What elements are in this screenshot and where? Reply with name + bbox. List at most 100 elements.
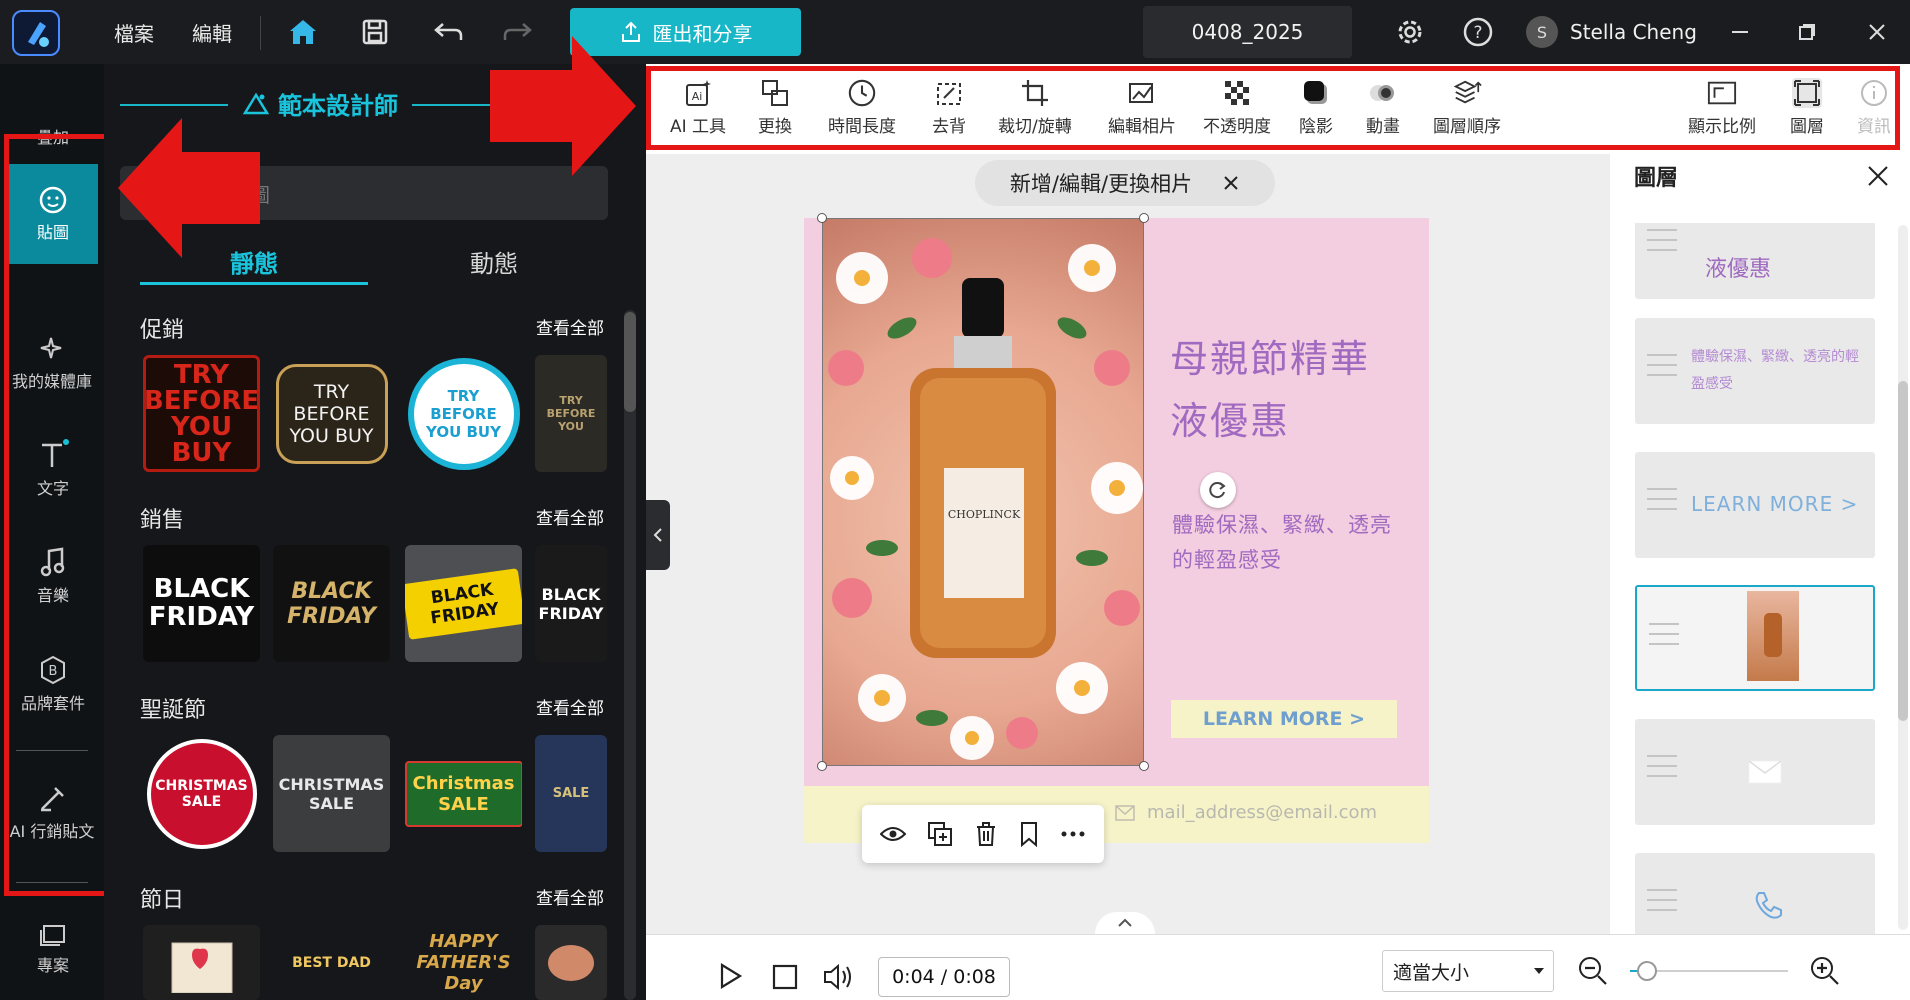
layer-item[interactable]: 液優惠	[1635, 223, 1875, 299]
photo-action-tab[interactable]: 新增/編輯/更換相片	[975, 160, 1275, 206]
close-icon[interactable]	[1222, 174, 1240, 192]
eye-icon[interactable]	[880, 825, 907, 843]
cta-button[interactable]: LEARN MORE >	[1171, 700, 1397, 738]
resize-handle[interactable]	[817, 761, 827, 771]
help-icon[interactable]: ?	[1458, 12, 1498, 52]
tool-aspect-ratio[interactable]: 顯示比例	[1688, 78, 1756, 137]
sticker-item[interactable]: CHRISTMAS SALE	[273, 735, 390, 852]
see-all-link[interactable]: 查看全部	[536, 314, 604, 339]
rail-item-overlay[interactable]: 疊加	[8, 124, 98, 148]
rail-item-media-library[interactable]: 我的媒體庫	[0, 334, 104, 392]
tool-replace[interactable]: 更換	[758, 78, 792, 137]
email-line[interactable]: mail_address@email.com	[1115, 802, 1377, 823]
tool-remove-background[interactable]: 去背	[932, 78, 966, 137]
resize-handle[interactable]	[817, 213, 827, 223]
tool-layers[interactable]: 圖層	[1790, 78, 1824, 137]
layer-item[interactable]: 體驗保濕、緊緻、透亮的輕盈感受	[1635, 318, 1875, 424]
menu-file[interactable]: 檔案	[114, 18, 154, 47]
rotate-handle[interactable]	[1200, 472, 1236, 508]
layer-item-selected[interactable]	[1635, 585, 1875, 691]
undo-icon[interactable]	[428, 12, 468, 52]
zoom-select[interactable]: 適當大小	[1382, 950, 1554, 992]
volume-icon[interactable]	[822, 962, 854, 996]
rail-item-project[interactable]: 專案	[8, 922, 98, 976]
resize-handle[interactable]	[1139, 761, 1149, 771]
project-name[interactable]: 0408_2025	[1143, 6, 1352, 58]
subtext[interactable]: 體驗保濕、緊緻、透亮的輕盈感受	[1172, 508, 1402, 578]
sticker-item[interactable]: TRY BEFORE YOU BUY	[405, 355, 522, 472]
drag-grip-icon[interactable]	[1647, 354, 1677, 384]
layer-item[interactable]: LEARN MORE >	[1635, 452, 1875, 558]
home-icon[interactable]	[283, 12, 323, 52]
layer-item[interactable]	[1635, 719, 1875, 825]
rail-item-brand-kit[interactable]: B 品牌套件	[8, 654, 98, 714]
rail-item-text[interactable]: 文字	[8, 439, 98, 499]
drag-grip-icon[interactable]	[1647, 229, 1677, 259]
template-designer-header[interactable]: 範本設計師	[228, 86, 412, 121]
time-display[interactable]: 0:04 / 0:08	[878, 957, 1010, 997]
drag-grip-icon[interactable]	[1647, 755, 1677, 785]
menu-edit[interactable]: 編輯	[192, 18, 232, 47]
avatar[interactable]: S	[1526, 16, 1558, 48]
settings-gear-icon[interactable]	[1390, 12, 1430, 52]
sticker-item[interactable]: BLACK FRIDAY	[535, 545, 607, 662]
sticker-item[interactable]: BLACK FRIDAY	[143, 545, 260, 662]
close-window-icon[interactable]	[1857, 12, 1897, 52]
close-icon[interactable]	[1866, 164, 1890, 192]
collapse-panel-handle[interactable]	[646, 500, 670, 570]
play-icon[interactable]	[716, 962, 744, 994]
rail-item-ai-post[interactable]: AI 行銷貼文	[0, 784, 104, 842]
sticker-item[interactable]	[143, 925, 260, 1000]
user-name[interactable]: Stella Cheng	[1570, 20, 1697, 44]
zoom-in-icon[interactable]	[1810, 956, 1840, 990]
sticker-item[interactable]: BLACK FRIDAY	[405, 545, 522, 662]
sticker-item[interactable]: SALE	[535, 735, 607, 852]
zoom-slider-thumb[interactable]	[1637, 961, 1657, 981]
scrollbar-thumb[interactable]	[624, 312, 636, 412]
layers-scrollbar[interactable]	[1898, 225, 1908, 930]
tool-edit-photo[interactable]: 編輯相片	[1108, 78, 1176, 137]
panel-scrollbar[interactable]	[624, 310, 636, 1000]
drag-grip-icon[interactable]	[1647, 488, 1677, 518]
sticker-item[interactable]: TRY BEFORE YOU	[535, 355, 607, 472]
save-icon[interactable]	[355, 12, 395, 52]
zoom-out-icon[interactable]	[1578, 956, 1608, 990]
minimize-icon[interactable]	[1720, 12, 1760, 52]
tab-dynamic[interactable]: 動態	[380, 244, 608, 279]
sticker-item[interactable]	[535, 925, 607, 1000]
tool-ai[interactable]: Ai AI 工具	[670, 78, 726, 137]
sticker-item[interactable]: Christmas SALE	[405, 735, 522, 852]
tool-crop-rotate[interactable]: 裁切/旋轉	[998, 78, 1072, 137]
sticker-item[interactable]: BLACK FRIDAY	[273, 545, 390, 662]
tool-info[interactable]: 資訊	[1858, 78, 1890, 137]
sticker-item[interactable]: CHRISTMAS SALE	[143, 735, 260, 852]
tool-animation[interactable]: 動畫	[1366, 78, 1400, 137]
see-all-link[interactable]: 查看全部	[536, 504, 604, 529]
sticker-item[interactable]: TRY BEFORE YOU BUY	[143, 355, 260, 472]
headline-text[interactable]: 母親節精華液優惠	[1170, 328, 1400, 452]
rail-item-music[interactable]: 音樂	[8, 546, 98, 606]
see-all-link[interactable]: 查看全部	[536, 884, 604, 909]
selection-frame[interactable]	[822, 218, 1144, 766]
restore-icon[interactable]	[1787, 12, 1827, 52]
duplicate-icon[interactable]	[927, 821, 953, 847]
more-dots-icon[interactable]	[1060, 830, 1086, 838]
resize-handle[interactable]	[1139, 213, 1149, 223]
tool-opacity[interactable]: 不透明度	[1203, 78, 1271, 137]
sticker-item[interactable]: BEST DAD	[273, 925, 390, 1000]
tool-duration[interactable]: 時間長度	[828, 78, 896, 137]
scrollbar-thumb[interactable]	[1898, 381, 1908, 721]
drag-grip-icon[interactable]	[1649, 623, 1679, 653]
tool-layer-order[interactable]: 圖層順序	[1433, 78, 1501, 137]
see-all-link[interactable]: 查看全部	[536, 694, 604, 719]
tool-shadow[interactable]: 陰影	[1299, 78, 1333, 137]
sticker-item[interactable]: TRY BEFORE YOU BUY	[273, 355, 390, 472]
bookmark-icon[interactable]	[1019, 821, 1039, 847]
drag-grip-icon[interactable]	[1647, 889, 1677, 919]
rail-item-sticker[interactable]: 貼圖	[8, 164, 98, 264]
delete-trash-icon[interactable]	[974, 821, 998, 847]
stop-icon[interactable]	[772, 964, 798, 994]
layer-item[interactable]	[1635, 853, 1875, 934]
sticker-item[interactable]: HAPPY FATHER'S Day	[405, 925, 522, 1000]
timeline-toggle[interactable]	[1095, 912, 1155, 934]
